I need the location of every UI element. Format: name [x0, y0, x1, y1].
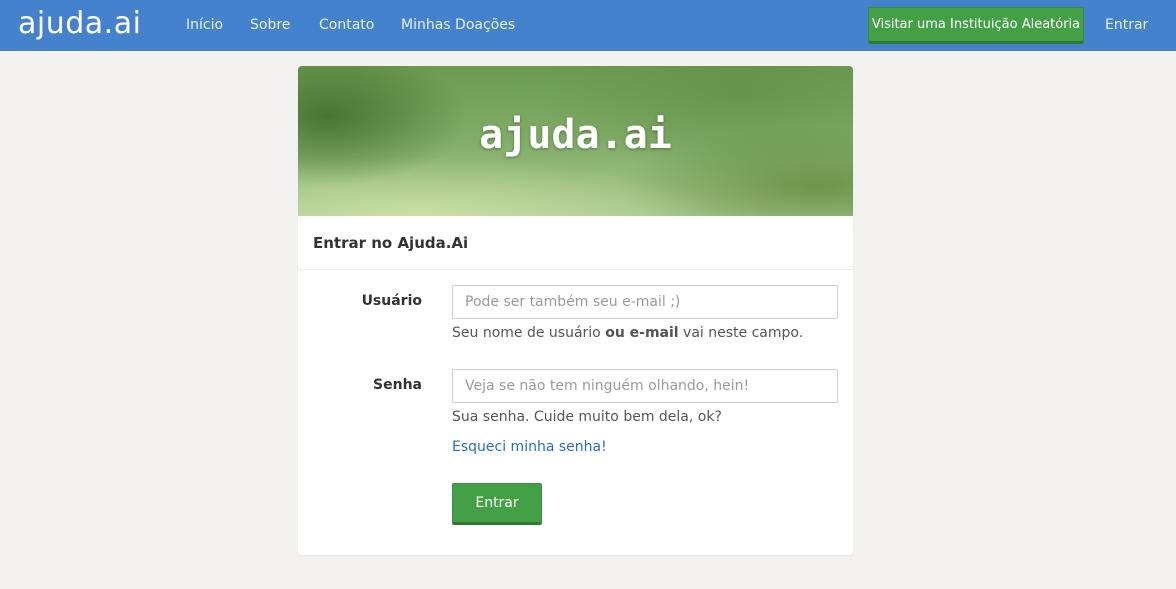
banner-title: ajuda.ai — [479, 112, 672, 158]
username-help: Seu nome de usuário ou e-mail vai neste … — [452, 325, 803, 341]
forgot-password-link[interactable]: Esqueci minha senha! — [452, 439, 607, 455]
nav-link-inicio[interactable]: Início — [186, 0, 223, 51]
card-banner: ajuda.ai — [298, 66, 853, 216]
nav-link-sobre[interactable]: Sobre — [250, 0, 290, 51]
username-help-bold: ou e-mail — [605, 325, 679, 341]
login-submit-button[interactable]: Entrar — [452, 483, 542, 525]
username-help-prefix: Seu nome de usuário — [452, 325, 606, 341]
nav-link-entrar[interactable]: Entrar — [1105, 0, 1148, 51]
password-input[interactable] — [452, 369, 838, 403]
username-input[interactable] — [452, 285, 838, 319]
username-help-suffix: vai neste campo. — [678, 325, 804, 341]
password-label: Senha — [373, 377, 422, 393]
brand-logo[interactable]: ajuda.ai — [18, 5, 141, 43]
top-navbar: ajuda.ai Início Sobre Contato Minhas Doa… — [0, 0, 1176, 51]
password-help: Sua senha. Cuide muito bem dela, ok? — [452, 409, 722, 425]
nav-link-minhas-doacoes[interactable]: Minhas Doações — [401, 0, 515, 51]
random-institution-button[interactable]: Visitar uma Instituição Aleatória — [868, 7, 1084, 44]
username-label: Usuário — [361, 293, 422, 309]
login-card: ajuda.ai Entrar no Ajuda.Ai Usuário Seu … — [298, 66, 853, 555]
nav-link-contato[interactable]: Contato — [319, 0, 374, 51]
card-heading: Entrar no Ajuda.Ai — [298, 216, 853, 270]
